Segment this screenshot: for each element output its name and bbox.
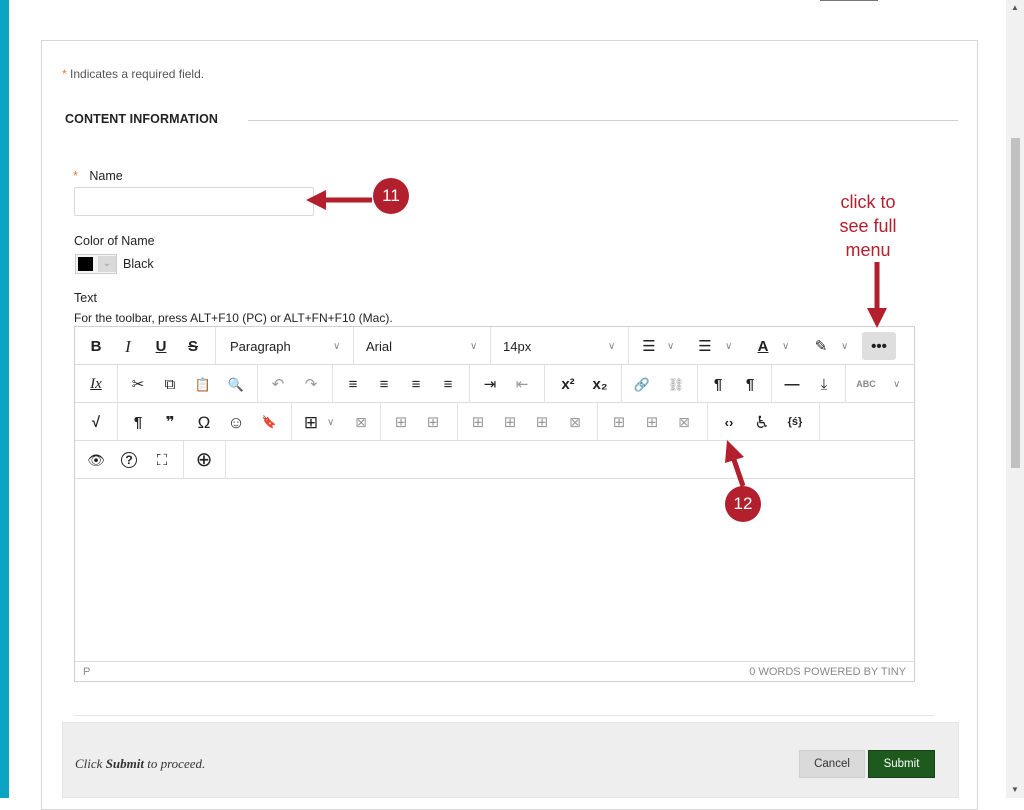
arrow-12-head bbox=[725, 440, 744, 463]
callout-badge-11: 11 bbox=[373, 178, 409, 214]
annotation-arrows bbox=[306, 190, 887, 487]
arrow-11-head bbox=[306, 190, 326, 210]
scroll-down-icon[interactable]: ▼ bbox=[1006, 782, 1024, 798]
callout-badge-12: 12 bbox=[725, 486, 761, 522]
arrow-more-head bbox=[867, 308, 887, 328]
page-scrollbar[interactable]: ▲ ▼ bbox=[1006, 0, 1024, 798]
annotation-hint: click to see full menu bbox=[818, 190, 918, 262]
scrollbar-thumb[interactable] bbox=[1011, 138, 1020, 468]
hint-line-1: click to bbox=[840, 192, 896, 212]
scroll-up-icon[interactable]: ▲ bbox=[1006, 0, 1024, 16]
hint-line-3: menu bbox=[845, 240, 891, 260]
hint-line-2: see full bbox=[839, 216, 897, 236]
